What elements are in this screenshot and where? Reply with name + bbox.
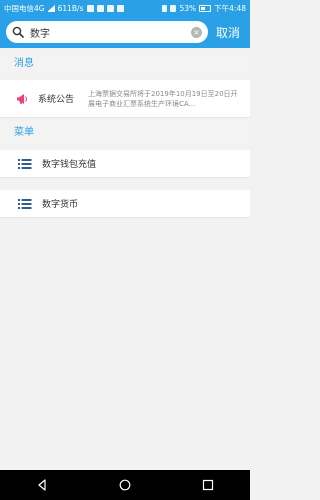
search-input[interactable]: 数字 ×	[6, 21, 208, 43]
system-nav-bar	[0, 470, 250, 500]
app-notification-icon	[106, 4, 114, 12]
back-icon[interactable]	[36, 479, 48, 491]
app-notification-icon	[116, 4, 124, 12]
megaphone-icon	[17, 93, 27, 104]
list-icon	[18, 198, 32, 209]
home-icon[interactable]	[119, 479, 131, 491]
menu-item-digital-currency[interactable]: 数字货币	[0, 190, 250, 218]
notice-label: 系统公告	[38, 95, 75, 105]
menu-section-title: 菜单	[0, 121, 250, 145]
system-notice-row[interactable]: 系统公告 上海票据交易所将于2019年10月19日至20日开展电子商业汇票系统生…	[0, 80, 250, 118]
clock: 下午4:48	[214, 3, 246, 13]
status-left: 中国电信4G 611B/s	[4, 3, 124, 14]
notice-text: 上海票据交易所将于2019年10月19日至20日开展电子商业汇票系统生产环境CA…	[88, 89, 238, 108]
menu-item-label: 数字货币	[42, 200, 79, 210]
search-header: 数字 × 取消	[0, 16, 250, 48]
menu-item-label: 数字钱包充值	[42, 160, 97, 170]
status-right: 53% 下午4:48	[162, 3, 246, 14]
clear-icon[interactable]: ×	[191, 26, 202, 38]
search-icon	[12, 26, 24, 38]
signal-icon	[47, 4, 55, 12]
recent-apps-icon[interactable]	[202, 479, 214, 491]
messages-section-title: 消息	[0, 52, 250, 76]
list-icon	[18, 158, 32, 169]
cancel-button[interactable]: 取消	[216, 24, 240, 41]
search-query[interactable]: 数字	[30, 25, 191, 40]
status-bar: 中国电信4G 611B/s 53% 下午4:48	[0, 0, 250, 16]
battery-icon	[199, 4, 212, 12]
battery-percent: 53%	[179, 3, 197, 13]
app-notification-icon	[96, 4, 104, 12]
vibrate-icon	[162, 4, 168, 12]
app-notification-icon	[86, 4, 94, 12]
network-speed: 611B/s	[57, 3, 84, 13]
carrier-text: 中国电信4G	[4, 3, 45, 13]
wifi-icon	[170, 4, 177, 12]
menu-item-wallet-recharge[interactable]: 数字钱包充值	[0, 150, 250, 178]
